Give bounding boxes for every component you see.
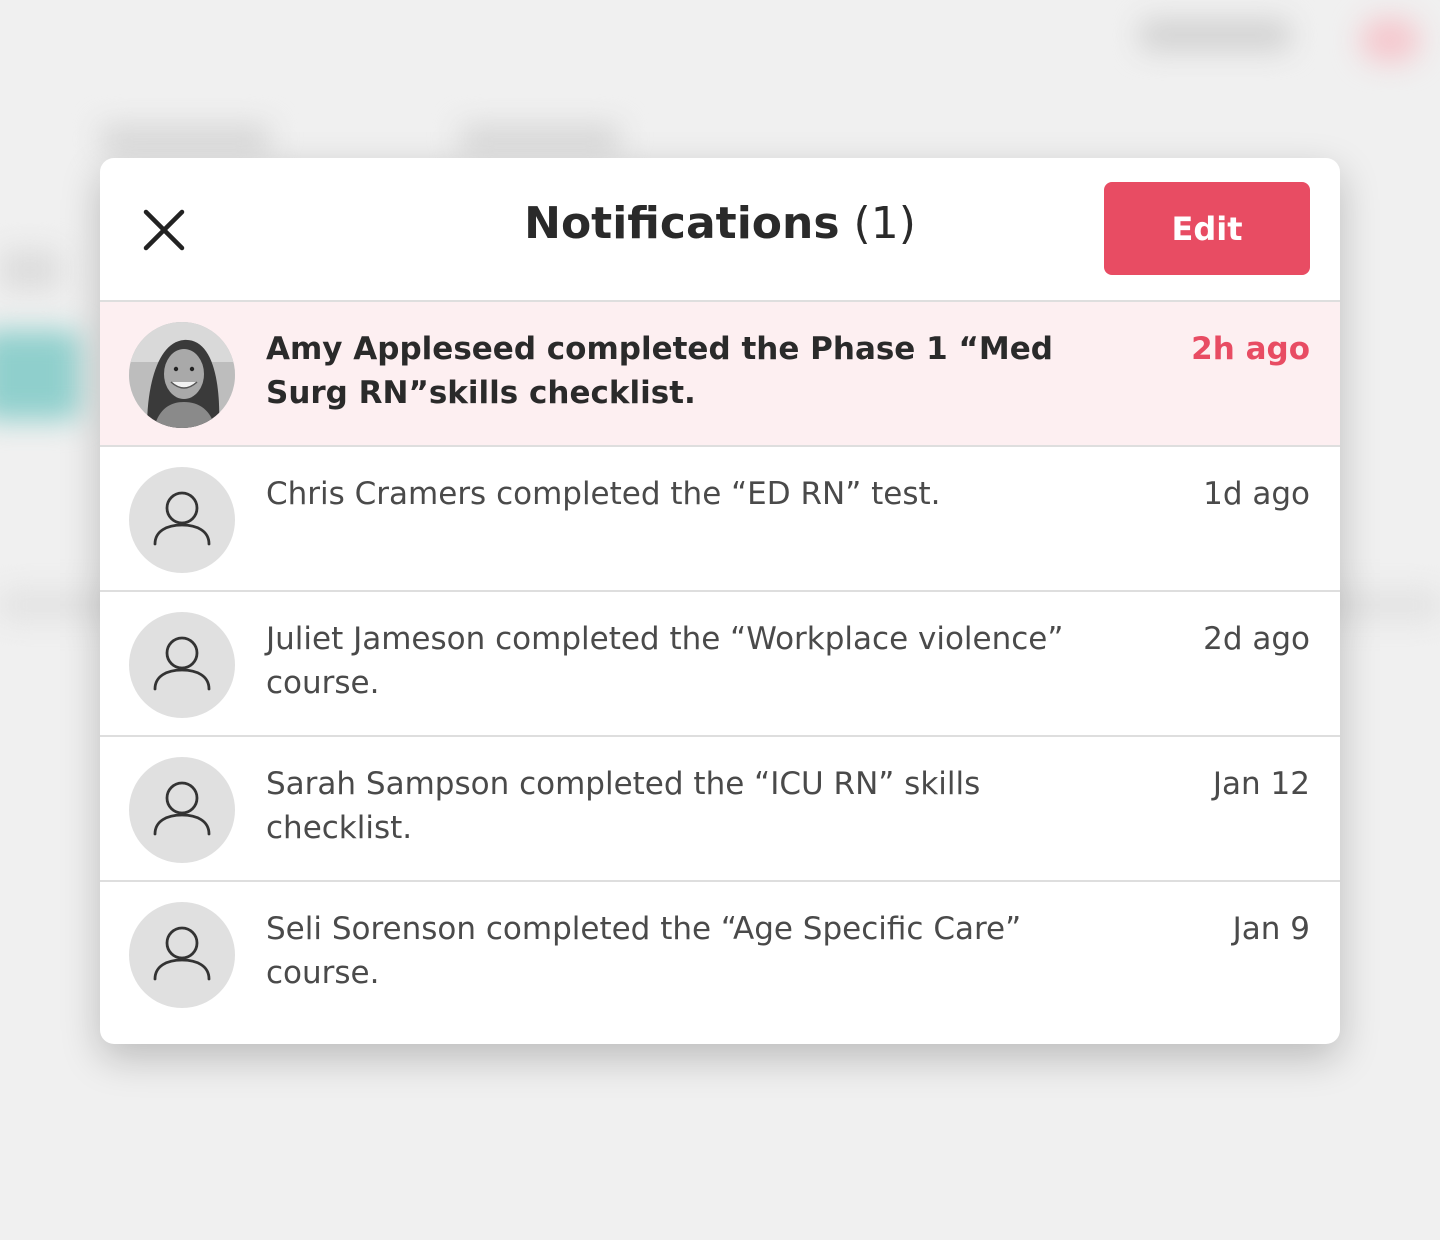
unread-count: (1) xyxy=(853,198,916,249)
notification-message: Juliet Jameson completed the “Workplace … xyxy=(266,621,1064,701)
user-icon xyxy=(153,636,211,691)
notification-message: Chris Cramers completed the “ED RN” test… xyxy=(266,476,941,512)
avatar-placeholder xyxy=(129,757,235,863)
notification-time: 2h ago xyxy=(1191,331,1310,367)
title-text: Notifications xyxy=(524,198,840,249)
user-icon xyxy=(153,781,211,836)
photo-avatar-image xyxy=(129,322,235,428)
notification-time: 1d ago xyxy=(1203,476,1310,512)
user-icon xyxy=(153,926,211,981)
avatar-placeholder xyxy=(129,902,235,1008)
blurred-element xyxy=(0,250,60,290)
notifications-modal: Notifications (1) Edit Amy Appleseed com… xyxy=(100,158,1340,1044)
notification-time: Jan 9 xyxy=(1232,911,1310,947)
notification-message: Seli Sorenson completed the “Age Specifi… xyxy=(266,911,1022,991)
avatar-placeholder xyxy=(129,467,235,573)
notification-row[interactable]: Sarah Sampson completed the “ICU RN” ski… xyxy=(100,737,1340,882)
notification-message: Amy Appleseed completed the Phase 1 “Med… xyxy=(266,331,1053,411)
blurred-element xyxy=(1360,18,1420,62)
edit-button[interactable]: Edit xyxy=(1104,182,1310,275)
notification-time: 2d ago xyxy=(1203,621,1310,657)
modal-header: Notifications (1) Edit xyxy=(100,158,1340,302)
avatar-placeholder xyxy=(129,612,235,718)
notification-row[interactable]: Seli Sorenson completed the “Age Specifi… xyxy=(100,882,1340,1025)
notification-time: Jan 12 xyxy=(1212,766,1310,802)
notification-row[interactable]: Chris Cramers completed the “ED RN” test… xyxy=(100,447,1340,592)
blurred-element xyxy=(0,330,80,420)
notification-message: Sarah Sampson completed the “ICU RN” ski… xyxy=(266,766,981,846)
notification-row[interactable]: Amy Appleseed completed the Phase 1 “Med… xyxy=(100,302,1340,447)
user-icon xyxy=(153,491,211,546)
blurred-element xyxy=(460,125,620,153)
avatar-photo xyxy=(129,322,235,428)
notification-row[interactable]: Juliet Jameson completed the “Workplace … xyxy=(100,592,1340,737)
notification-list: Amy Appleseed completed the Phase 1 “Med… xyxy=(100,302,1340,1025)
blurred-element xyxy=(100,125,270,153)
blurred-element xyxy=(1140,20,1290,50)
